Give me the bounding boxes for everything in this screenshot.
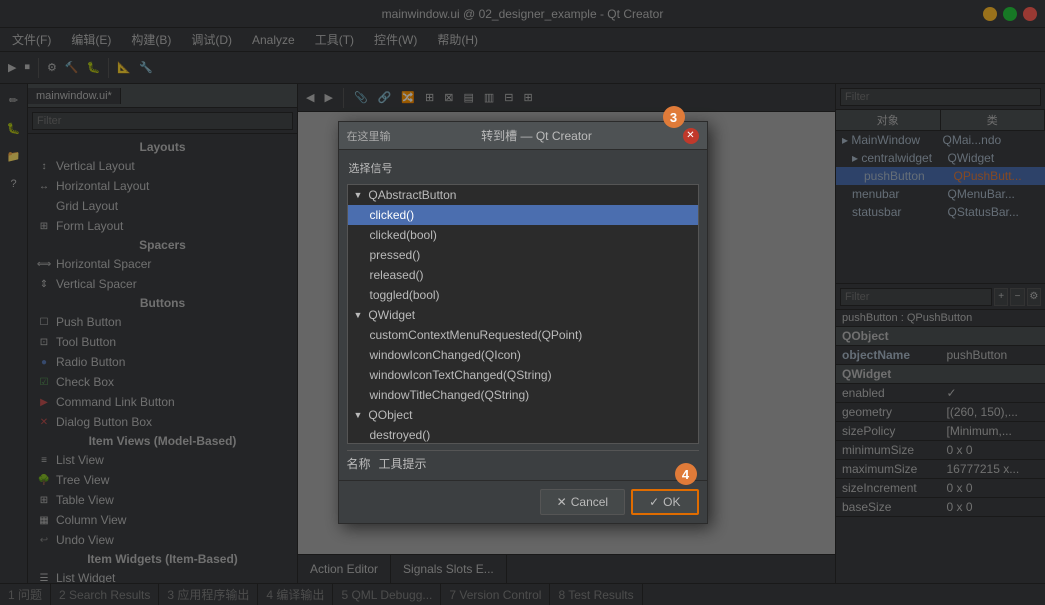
modal-footer: 4 ✕ Cancel ✓ OK: [339, 480, 707, 523]
sig-item-pressed[interactable]: pressed(): [348, 245, 698, 265]
signal-label: 选择信号: [347, 158, 699, 180]
badge-3: 3: [663, 106, 685, 128]
sig-group-name: QAbstractButton: [368, 188, 456, 202]
modal-subtitle: 在这里输: [347, 128, 391, 144]
signal-tree[interactable]: ▼ QAbstractButton clicked() clicked(bool…: [347, 184, 699, 444]
sig-group-qwidget-name: QWidget: [368, 308, 415, 322]
modal-title: 转到槽 — Qt Creator: [391, 127, 683, 144]
sig-item-destroyed[interactable]: destroyed(): [348, 425, 698, 444]
sig-item-clicked-bool[interactable]: clicked(bool): [348, 225, 698, 245]
bottom-name-label: 名称: [347, 455, 371, 472]
ok-icon: ✓: [649, 495, 659, 509]
sig-group-qobject-name: QObject: [368, 408, 412, 422]
modal-close-btn[interactable]: ✕: [683, 128, 699, 144]
sig-group-qabstractbutton[interactable]: ▼ QAbstractButton: [348, 185, 698, 205]
sig-item-toggled[interactable]: toggled(bool): [348, 285, 698, 305]
bottom-hint-label: 工具提示: [379, 455, 427, 472]
sig-item-clicked[interactable]: clicked(): [348, 205, 698, 225]
modal-overlay: 3 在这里输 转到槽 — Qt Creator ✕ 选择信号 ▼ QAbstra…: [0, 0, 1045, 605]
cancel-button[interactable]: ✕ Cancel: [540, 489, 625, 515]
sig-expand-icon3: ▼: [354, 410, 363, 420]
sig-group-qobject[interactable]: ▼ QObject: [348, 405, 698, 425]
sig-group-qwidget[interactable]: ▼ QWidget: [348, 305, 698, 325]
sig-item-titlechanged[interactable]: windowTitleChanged(QString): [348, 385, 698, 405]
sig-expand-icon: ▼: [354, 190, 363, 200]
cancel-icon: ✕: [557, 495, 567, 509]
sig-item-released[interactable]: released(): [348, 265, 698, 285]
sig-item-icontextchanged[interactable]: windowIconTextChanged(QString): [348, 365, 698, 385]
modal-title-bar: 在这里输 转到槽 — Qt Creator ✕: [339, 122, 707, 150]
sig-item-iconchanged[interactable]: windowIconChanged(QIcon): [348, 345, 698, 365]
sig-expand-icon2: ▼: [354, 310, 363, 320]
badge-4: 4: [675, 463, 697, 485]
modal-dialog: 3 在这里输 转到槽 — Qt Creator ✕ 选择信号 ▼ QAbstra…: [338, 121, 708, 524]
modal-body: 选择信号 ▼ QAbstractButton clicked() clicked…: [339, 150, 707, 480]
ok-button[interactable]: ✓ OK: [631, 489, 698, 515]
sig-item-contextmenu[interactable]: customContextMenuRequested(QPoint): [348, 325, 698, 345]
